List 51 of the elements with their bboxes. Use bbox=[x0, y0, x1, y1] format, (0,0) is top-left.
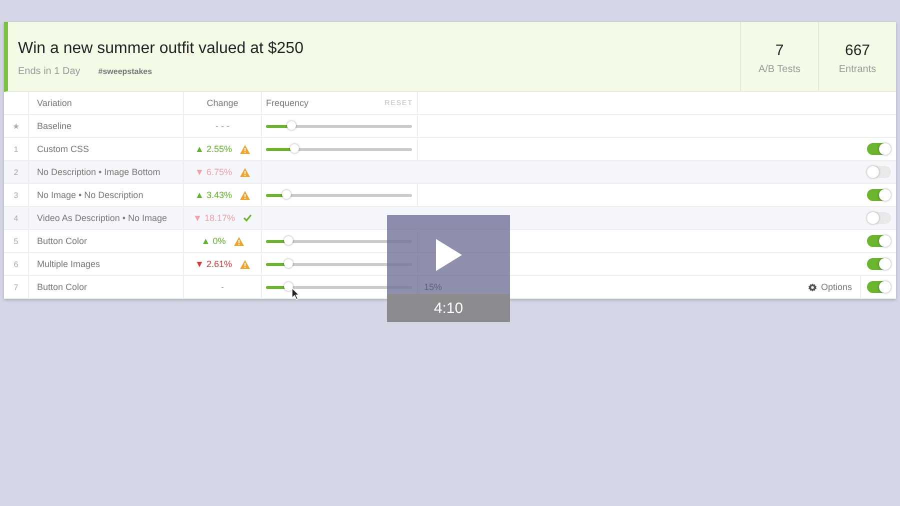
check-icon bbox=[242, 214, 252, 222]
variation-name: Video As Description • No Image bbox=[37, 213, 168, 223]
row-number: 2 bbox=[14, 168, 18, 176]
change-value: ▲ 0% bbox=[201, 236, 226, 246]
video-duration: 4:10 bbox=[434, 300, 464, 316]
change-value: ▼ 2.61% bbox=[195, 259, 232, 269]
settings-icon bbox=[808, 282, 817, 292]
row-number: 4 bbox=[14, 214, 18, 222]
row-number: 6 bbox=[14, 260, 18, 268]
variation-name: Baseline bbox=[37, 121, 72, 131]
row-number: 7 bbox=[14, 282, 18, 292]
variation-name: Multiple Images bbox=[37, 259, 100, 269]
variation-name: Button Color bbox=[37, 236, 88, 246]
column-header: Frequency bbox=[266, 98, 309, 108]
warning-icon bbox=[234, 236, 244, 246]
warning-icon bbox=[240, 168, 250, 176]
campaign-title: Win a new summer outfit valued at $250 bbox=[18, 40, 304, 58]
change-value: ▲ 2.55% bbox=[195, 144, 232, 154]
toggle-switch[interactable] bbox=[867, 281, 891, 293]
variation-name: No Description • Image Bottom bbox=[37, 167, 160, 177]
hashtag: #sweepstakes bbox=[98, 67, 152, 76]
toggle-switch[interactable] bbox=[867, 189, 891, 201]
play-icon[interactable] bbox=[436, 238, 462, 270]
stat-label: A/B Tests bbox=[758, 64, 801, 75]
column-header: Change bbox=[206, 98, 238, 108]
toggle-switch[interactable] bbox=[867, 258, 891, 270]
warning-icon bbox=[240, 260, 250, 268]
toggle-switch[interactable] bbox=[867, 166, 891, 178]
stat-value: 7 bbox=[775, 42, 784, 59]
warning-icon bbox=[240, 144, 250, 154]
toggle-switch[interactable] bbox=[867, 143, 891, 155]
change-value: - - - bbox=[216, 121, 230, 131]
variation-name: Custom CSS bbox=[37, 144, 90, 154]
toggle-switch[interactable] bbox=[867, 235, 891, 247]
change-value: ▲ 3.43% bbox=[195, 190, 232, 200]
row-number: 1 bbox=[14, 144, 18, 154]
variation-name: No Image • No Description bbox=[37, 190, 144, 200]
row-number: 5 bbox=[14, 236, 18, 246]
row-number: 3 bbox=[14, 190, 18, 200]
options-button[interactable]: Options bbox=[800, 276, 861, 298]
toggle-switch[interactable] bbox=[867, 212, 891, 224]
change-value: - bbox=[221, 282, 224, 292]
stat-label: Entrants bbox=[838, 64, 876, 75]
change-value: ▼ 6.75% bbox=[195, 167, 232, 177]
stat-value: 667 bbox=[844, 42, 870, 59]
change-value: ▼ 18.17% bbox=[193, 213, 235, 223]
end-date: Ends in 1 Day bbox=[18, 66, 80, 77]
row-number: ★ bbox=[12, 122, 20, 130]
column-header: Variation bbox=[37, 98, 72, 108]
variation-name: Button Color bbox=[37, 282, 88, 292]
warning-icon bbox=[240, 190, 250, 200]
